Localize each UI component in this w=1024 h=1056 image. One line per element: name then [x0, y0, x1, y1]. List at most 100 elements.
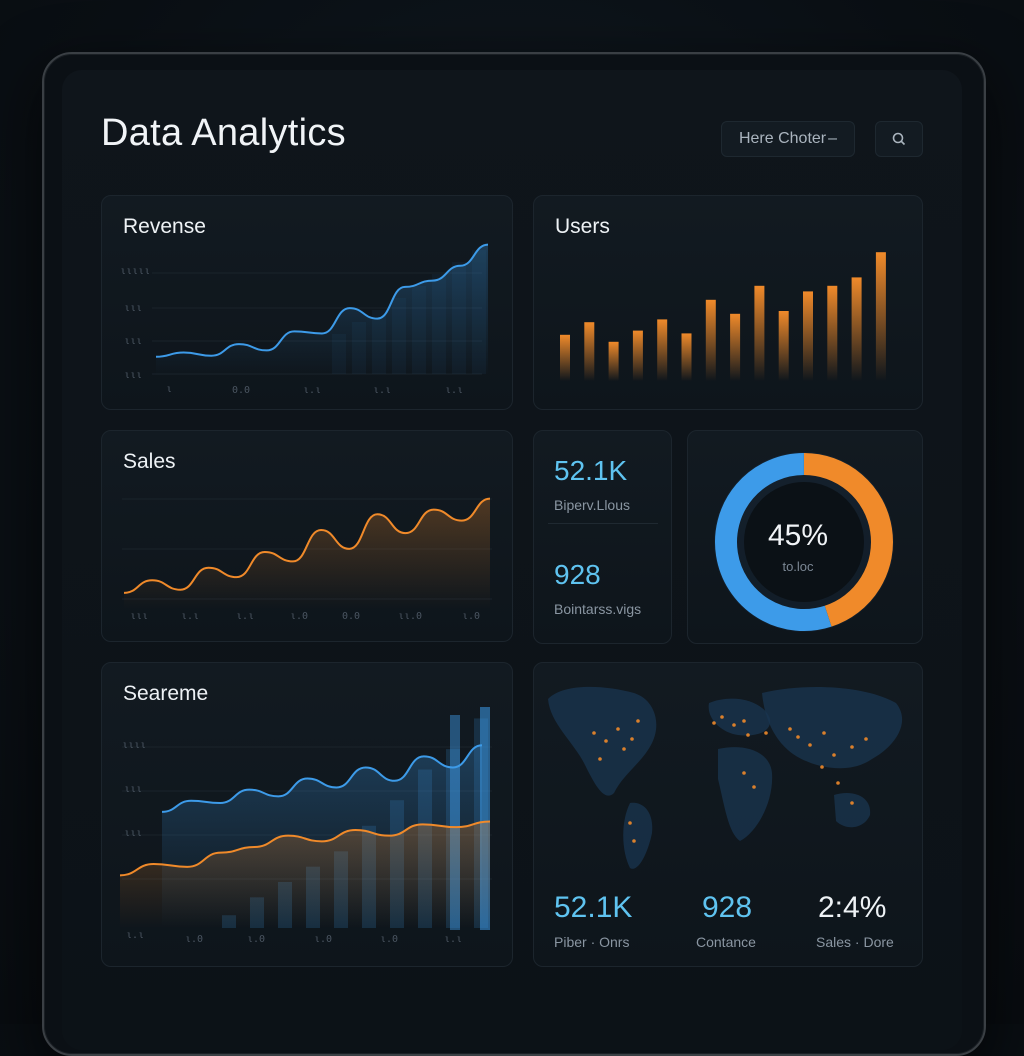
map-hotspot [788, 727, 792, 731]
map-landmass [548, 686, 657, 796]
searche-x-tick: ι.ι [444, 934, 463, 945]
donut-card[interactable]: 45% to.loc [687, 430, 923, 644]
donut-sublabel: to.loc [782, 559, 814, 574]
map-hotspot [592, 731, 596, 735]
map-hotspot [832, 753, 836, 757]
searche-x-tick: ι.0 [247, 934, 266, 945]
rev-y-tick: ιιιιι [120, 266, 151, 277]
users-bar [803, 291, 813, 381]
stat-label-1: Biperv.Llous [554, 497, 631, 513]
map-stat-label-2: Contance [696, 934, 756, 950]
map-hotspot [622, 747, 626, 751]
sales-chart [122, 497, 492, 609]
map-hotspot [850, 745, 854, 749]
users-bar [608, 341, 619, 381]
sales-x-tick: 0.0 [342, 611, 361, 622]
users-bar [560, 334, 570, 381]
map-stat-value-1: 52.1K [554, 891, 633, 924]
map-hotspot [616, 727, 620, 731]
searche-chart [119, 707, 492, 930]
search-icon [892, 132, 906, 146]
map-hotspot [820, 765, 824, 769]
users-bar [632, 330, 643, 381]
users-bar [730, 313, 741, 381]
map-hotspot [598, 757, 602, 761]
map-hotspot [630, 737, 634, 741]
map-stat-label-3: Sales · Dore [816, 934, 894, 950]
searche-x-tick: ι.ι [126, 930, 145, 941]
stat-label-2: Bointarss.vigs [554, 601, 642, 617]
users-chart [560, 252, 886, 381]
stat-value-2: 928 [554, 559, 601, 590]
searche-x-tick: ι.0 [185, 934, 204, 945]
map-stat-value-2: 928 [702, 891, 753, 924]
searche-x-tick: ι.0 [314, 934, 333, 945]
revenue-card[interactable]: Revense [101, 195, 513, 410]
users-card[interactable]: Users [533, 195, 923, 410]
sales-x-tick: ι.ι [181, 611, 200, 622]
rev-x-tick: ι [166, 384, 173, 395]
users-bar [584, 322, 595, 381]
map-stat-value-3: 2:4% [818, 891, 887, 924]
map-hotspot [732, 723, 736, 727]
users-bar [657, 319, 668, 381]
map-landmass [834, 793, 871, 828]
rev-y-tick: ιιι [124, 303, 143, 314]
revenue-bg-bar [392, 298, 406, 374]
users-bar [754, 285, 765, 381]
map-hotspot [850, 801, 854, 805]
users-bar [875, 252, 886, 381]
map-stat-label-1: Piber · Onrs [554, 934, 630, 950]
revenue-bg-bar [412, 286, 426, 374]
map-hotspot [604, 739, 608, 743]
rev-x-tick: ι.ι [373, 385, 392, 396]
map-landmass [762, 687, 903, 769]
revenue-bg-bar [352, 322, 366, 374]
searche-x-tick: ι.0 [380, 934, 399, 945]
searche-card[interactable]: Seareme [101, 662, 513, 967]
map-hotspot [720, 715, 724, 719]
revenue-bg-bar [452, 262, 466, 374]
map-hotspot [746, 733, 750, 737]
filter-dropdown[interactable]: Here Choter – [721, 121, 855, 157]
users-bar [778, 311, 789, 381]
map-hotspot [632, 839, 636, 843]
map-hotspot [808, 743, 812, 747]
users-bar [681, 333, 692, 381]
revenue-chart [152, 243, 489, 376]
rev-x-tick: ι.ι [303, 385, 322, 396]
map-hotspot [796, 735, 800, 739]
users-bar [705, 299, 716, 381]
map-hotspot [752, 785, 756, 789]
sales-x-tick: ι.0 [290, 611, 309, 622]
stat-value-1: 52.1K [554, 455, 628, 486]
searche-y-tick: ιιι [124, 784, 143, 795]
users-bar [827, 285, 838, 381]
map-card[interactable]: 52.1K Piber · Onrs 928 Contance 2:4% Sal… [533, 662, 923, 967]
map-hotspot [864, 737, 868, 741]
sales-x-tick: ιι.0 [398, 611, 423, 622]
rev-y-tick: ιιι [124, 336, 143, 347]
revenue-bg-bar [332, 334, 346, 374]
map-landmass [718, 747, 773, 841]
rev-y-tick: ιιι [124, 370, 143, 381]
sales-x-tick: ιιι [130, 611, 149, 622]
searche-y-tick: ιιιι [122, 740, 147, 751]
map-hotspot [636, 719, 640, 723]
map-landmass [708, 698, 771, 736]
filter-label: Here Choter [738, 130, 827, 147]
revenue-bg-bar [432, 274, 446, 374]
sales-x-tick: ι.ι [236, 611, 255, 622]
map-landmass [623, 802, 653, 869]
search-button[interactable] [875, 121, 923, 157]
map-hotspot [822, 731, 826, 735]
sales-x-tick: ι.0 [462, 611, 481, 622]
searche-y-tick: ιιι [124, 828, 143, 839]
map-hotspot [712, 721, 716, 725]
map-hotspot [764, 731, 768, 735]
stats-divider [548, 523, 658, 524]
sales-series-area [124, 498, 490, 609]
stats-card[interactable]: 52.1K Biperv.Llous 928 Bointarss.vigs [533, 430, 672, 644]
rev-x-tick: 0.0 [232, 385, 251, 396]
map-hotspot [628, 821, 632, 825]
